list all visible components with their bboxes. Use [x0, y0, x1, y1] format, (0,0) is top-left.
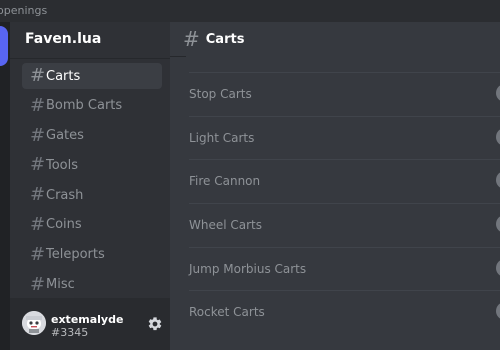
toggle-icon[interactable] [496, 258, 500, 277]
window-title-strip: openings [0, 0, 500, 22]
avatar-icon[interactable] [22, 311, 46, 335]
window-title: openings [0, 4, 48, 17]
channel-title: Carts [205, 31, 245, 47]
server-rail [0, 22, 10, 350]
channel-label: Coins [46, 217, 82, 233]
option-row-rocket-carts[interactable]: Rocket Carts [189, 290, 500, 334]
header-divider [170, 56, 186, 57]
channel-label: Bomb Carts [46, 98, 123, 114]
hash-icon: # [30, 213, 46, 235]
option-label: Wheel Carts [189, 218, 263, 233]
channel-list: # Carts # Bomb Carts # Gates # Tools # C… [22, 63, 162, 301]
channel-item-tools[interactable]: # Tools [22, 152, 162, 178]
channel-item-teleports[interactable]: # Teleports [22, 242, 162, 268]
option-row-wheel-carts[interactable]: Wheel Carts [189, 203, 500, 247]
option-label: Jump Morbius Carts [189, 261, 307, 276]
gear-icon[interactable] [147, 316, 163, 332]
option-label: Fire Cannon [189, 174, 261, 189]
option-list: Stop Carts Light Carts Fire Cannon Wheel… [189, 72, 500, 334]
hash-icon: # [30, 124, 46, 146]
option-row-fire-cannon[interactable]: Fire Cannon [189, 159, 500, 203]
channel-label: Carts [46, 68, 81, 84]
option-row-light-carts[interactable]: Light Carts [189, 115, 500, 160]
hash-icon: # [30, 65, 46, 86]
toggle-icon[interactable] [496, 215, 500, 234]
hash-icon: # [30, 184, 46, 206]
option-label: Rocket Carts [189, 305, 265, 320]
server-header[interactable]: Faven.lua [10, 22, 170, 59]
toggle-icon[interactable] [496, 171, 500, 190]
hash-icon: # [30, 154, 46, 176]
channel-item-coins[interactable]: # Coins [22, 212, 162, 238]
hash-icon: # [183, 27, 200, 51]
option-label: Light Carts [189, 130, 255, 145]
hash-icon: # [30, 273, 46, 295]
toggle-icon[interactable] [496, 302, 500, 321]
user-tag: #3345 [51, 326, 89, 339]
option-label: Stop Carts [189, 87, 252, 101]
option-row-stop-carts[interactable]: Stop Carts [189, 72, 500, 116]
toggle-icon[interactable] [496, 127, 500, 146]
channel-label: Teleports [46, 247, 105, 263]
hash-icon: # [30, 243, 46, 265]
channel-item-misc[interactable]: # Misc [22, 272, 162, 298]
username: extemalyde [51, 313, 124, 326]
hash-icon: # [30, 94, 46, 116]
option-row-jump-morbius-carts[interactable]: Jump Morbius Carts [189, 246, 500, 291]
server-name: Faven.lua [25, 31, 102, 47]
channel-item-carts[interactable]: # Carts [22, 63, 162, 89]
channel-item-gates[interactable]: # Gates [22, 123, 162, 149]
server-icon[interactable] [0, 26, 8, 66]
channel-label: Crash [46, 187, 84, 203]
channel-item-crash[interactable]: # Crash [22, 182, 162, 208]
channel-label: Tools [46, 157, 79, 173]
toggle-icon[interactable] [496, 84, 500, 102]
main-panel: # Carts Stop Carts Light Carts Fire Cann… [170, 22, 500, 350]
channel-header: # Carts [170, 22, 500, 56]
channel-sidebar: Faven.lua # Carts # Bomb Carts # Gates #… [10, 22, 170, 350]
channel-label: Misc [46, 277, 75, 293]
channel-label: Gates [46, 128, 84, 144]
user-panel: extemalyde #3345 [10, 298, 170, 350]
channel-item-bomb-carts[interactable]: # Bomb Carts [22, 93, 162, 119]
